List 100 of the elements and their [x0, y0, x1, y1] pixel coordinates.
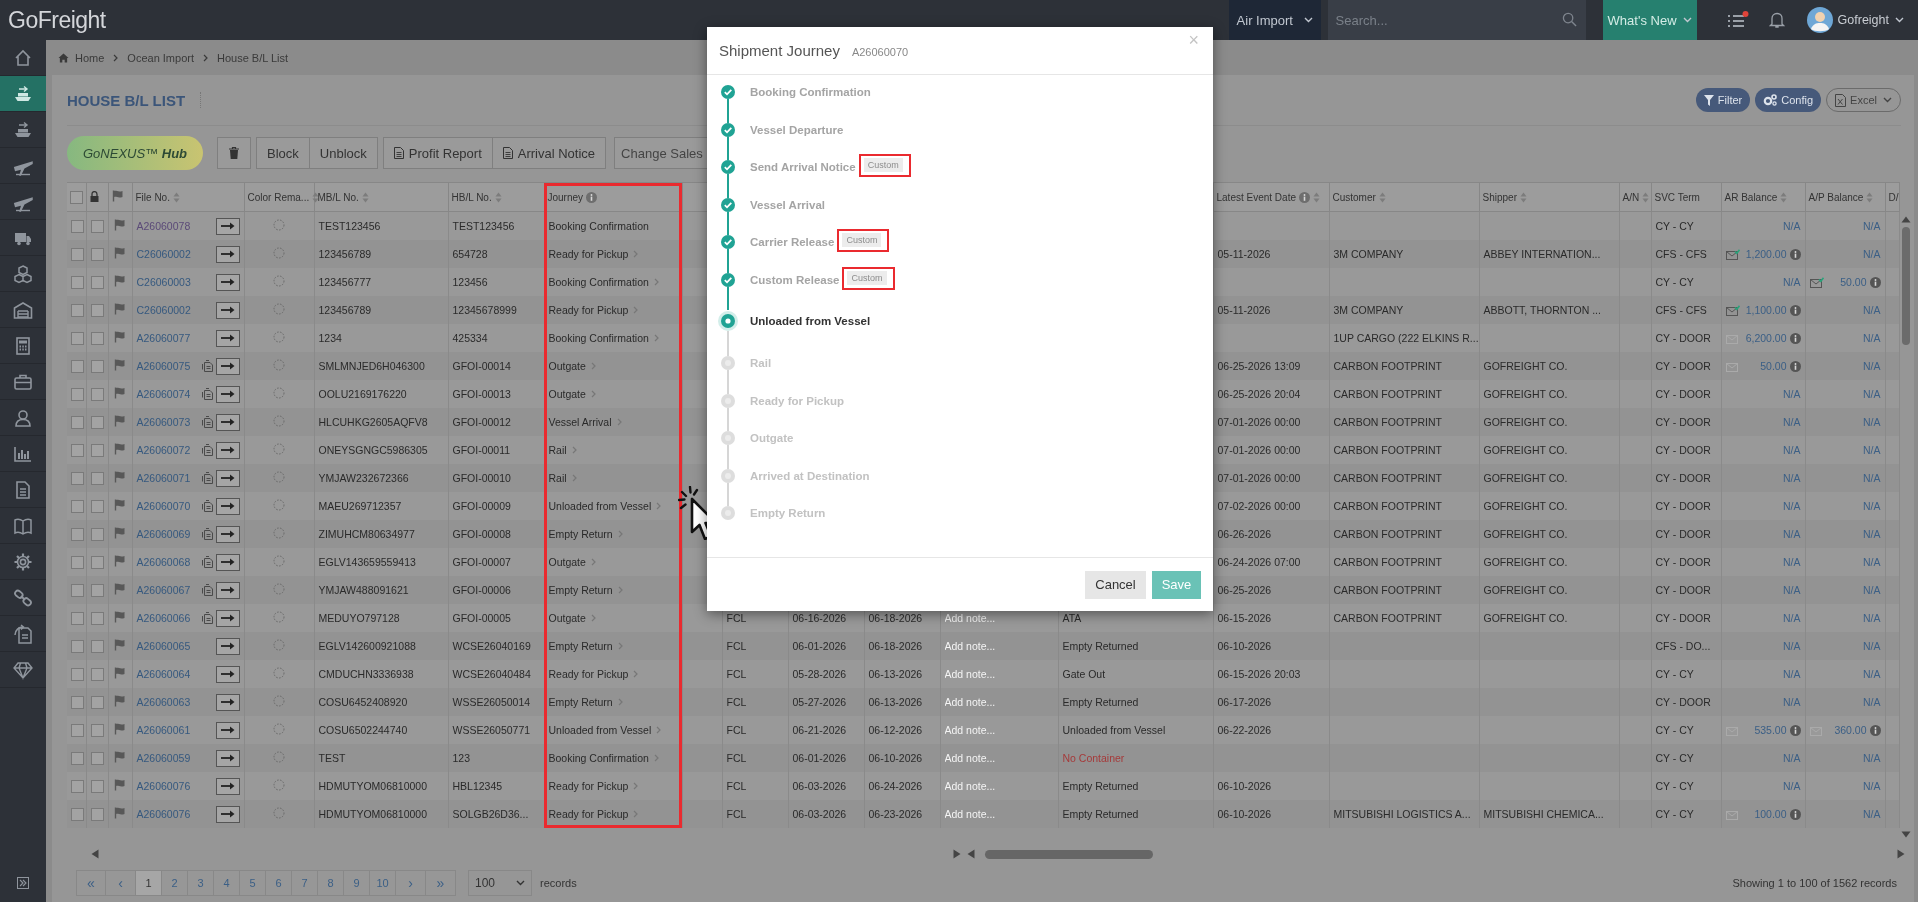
whats-new-button[interactable]: What's New: [1602, 0, 1697, 40]
journey-link[interactable]: Outgate: [548, 556, 596, 568]
arrow-button[interactable]: [215, 357, 240, 375]
balance-link[interactable]: N/A: [1863, 780, 1881, 792]
balance-link[interactable]: 360.00: [1834, 724, 1867, 736]
balance-link[interactable]: N/A: [1783, 584, 1801, 596]
balance-link[interactable]: N/A: [1783, 528, 1801, 540]
module-select[interactable]: Air Import: [1228, 0, 1321, 40]
lock-checkbox[interactable]: [90, 527, 104, 541]
lock-checkbox[interactable]: [90, 667, 104, 681]
page-button[interactable]: 10: [370, 870, 396, 896]
arrow-button[interactable]: [215, 609, 240, 627]
balance-link[interactable]: N/A: [1783, 500, 1801, 512]
file-link[interactable]: A26060072: [136, 444, 191, 456]
row-checkbox[interactable]: [71, 779, 84, 793]
lock-checkbox[interactable]: [90, 387, 104, 401]
arrow-button[interactable]: [215, 469, 240, 487]
note-field[interactable]: Add note...: [944, 808, 1054, 820]
arrow-button[interactable]: [215, 525, 240, 543]
lock-checkbox[interactable]: [90, 275, 104, 289]
balance-link[interactable]: 100.00: [1754, 808, 1787, 820]
arrow-button[interactable]: [215, 665, 240, 683]
page-size-select[interactable]: 100: [468, 870, 532, 896]
file-link[interactable]: A26060059: [136, 752, 191, 764]
page-button[interactable]: 9: [344, 870, 370, 896]
balance-link[interactable]: N/A: [1863, 612, 1881, 624]
file-link[interactable]: A26060064: [136, 668, 191, 680]
file-link[interactable]: A26060073: [136, 416, 191, 428]
column-header[interactable]: MB/L No.: [317, 192, 369, 204]
arrow-button[interactable]: [215, 721, 240, 739]
journey-link[interactable]: Empty Return: [548, 696, 623, 708]
journey-link[interactable]: Empty Return: [548, 528, 623, 540]
file-link[interactable]: C26060003: [136, 276, 191, 288]
balance-link[interactable]: N/A: [1783, 668, 1801, 680]
file-link[interactable]: A26060076: [136, 780, 191, 792]
balance-link[interactable]: 535.00: [1754, 724, 1787, 736]
page-button[interactable]: 1: [136, 870, 162, 896]
next-page-button[interactable]: ›: [396, 870, 426, 896]
page-button[interactable]: 6: [266, 870, 292, 896]
page-button[interactable]: 2: [162, 870, 188, 896]
row-checkbox[interactable]: [71, 499, 84, 513]
search-field[interactable]: Search...: [1327, 0, 1586, 40]
row-checkbox[interactable]: [71, 695, 84, 709]
lock-checkbox[interactable]: [90, 807, 104, 821]
arrow-button[interactable]: [215, 553, 240, 571]
row-checkbox[interactable]: [71, 751, 84, 765]
row-checkbox[interactable]: [71, 639, 84, 653]
journey-link[interactable]: Ready for Pickup: [548, 780, 639, 792]
config-button[interactable]: Config: [1755, 88, 1822, 112]
user-name[interactable]: Gofreight: [1837, 13, 1889, 27]
row-checkbox[interactable]: [71, 303, 84, 317]
close-button[interactable]: ×: [1188, 30, 1199, 51]
page-button[interactable]: 8: [318, 870, 344, 896]
journey-link[interactable]: Outgate: [548, 388, 596, 400]
balance-link[interactable]: N/A: [1863, 528, 1881, 540]
file-link[interactable]: A26060071: [136, 472, 191, 484]
balance-link[interactable]: N/A: [1863, 556, 1881, 568]
file-link[interactable]: A26060061: [136, 724, 191, 736]
lock-checkbox[interactable]: [90, 499, 104, 513]
toolbar-button[interactable]: Block: [256, 137, 310, 169]
lock-checkbox[interactable]: [90, 443, 104, 457]
balance-link[interactable]: N/A: [1863, 472, 1881, 484]
balance-link[interactable]: N/A: [1863, 696, 1881, 708]
row-checkbox[interactable]: [71, 723, 84, 737]
lock-checkbox[interactable]: [90, 219, 104, 233]
delete-button[interactable]: [217, 137, 252, 169]
note-field[interactable]: Add note...: [944, 780, 1054, 792]
cancel-button[interactable]: Cancel: [1085, 570, 1146, 599]
balance-link[interactable]: N/A: [1783, 388, 1801, 400]
note-field[interactable]: Add note...: [944, 752, 1054, 764]
lock-checkbox[interactable]: [90, 471, 104, 485]
scrollbar-thumb[interactable]: [1902, 227, 1910, 345]
arrow-button[interactable]: [215, 329, 240, 347]
page-button[interactable]: 5: [240, 870, 266, 896]
balance-link[interactable]: N/A: [1783, 696, 1801, 708]
balance-link[interactable]: N/A: [1863, 332, 1881, 344]
balance-link[interactable]: N/A: [1863, 752, 1881, 764]
toolbar-button[interactable]: Unblock: [309, 137, 378, 169]
column-header[interactable]: Customer: [1332, 192, 1386, 204]
row-checkbox[interactable]: [71, 555, 84, 569]
sidebar-item[interactable]: [0, 76, 46, 112]
first-page-button[interactable]: «: [76, 870, 106, 896]
row-checkbox[interactable]: [71, 807, 84, 821]
balance-link[interactable]: N/A: [1783, 472, 1801, 484]
report-button[interactable]: Arrival Notice: [492, 137, 607, 169]
lock-checkbox[interactable]: [90, 611, 104, 625]
breadcrumb-link[interactable]: Home: [75, 51, 105, 64]
row-checkbox[interactable]: [71, 387, 84, 401]
journey-link[interactable]: Booking Confirmation: [548, 332, 659, 344]
row-checkbox[interactable]: [71, 667, 84, 681]
journey-link[interactable]: Ready for Pickup: [548, 808, 639, 820]
lock-checkbox[interactable]: [90, 555, 104, 569]
row-checkbox[interactable]: [71, 527, 84, 541]
balance-link[interactable]: 50.00: [1760, 360, 1787, 372]
hub-button[interactable]: GoNEXUS™ Hub: [67, 136, 204, 170]
lock-checkbox[interactable]: [90, 779, 104, 793]
arrow-button[interactable]: [215, 385, 240, 403]
column-header[interactable]: Shipper: [1482, 192, 1527, 204]
row-checkbox[interactable]: [71, 443, 84, 457]
lock-checkbox[interactable]: [90, 751, 104, 765]
